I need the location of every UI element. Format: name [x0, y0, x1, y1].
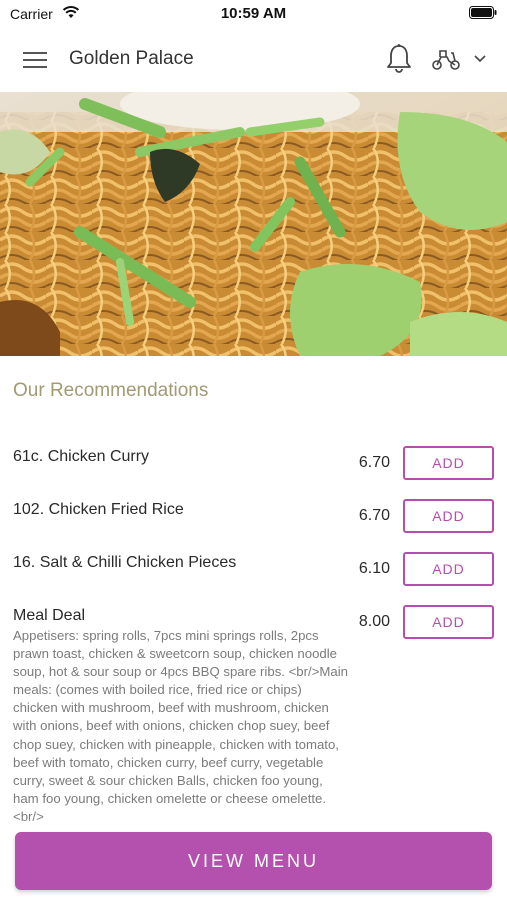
item-price: 6.10 [358, 560, 390, 577]
menu-item-row: 61c. Chicken Curry 6.70 ADD [0, 446, 507, 486]
view-menu-button[interactable]: VIEW MENU [15, 832, 492, 890]
item-price: 6.70 [358, 454, 390, 471]
status-bar: Carrier 10:59 AM [0, 0, 507, 28]
item-price: 6.70 [358, 507, 390, 524]
menu-icon[interactable] [22, 48, 48, 72]
item-description: Appetisers: spring rolls, 7pcs mini spri… [13, 628, 348, 823]
add-button[interactable]: ADD [403, 446, 494, 480]
menu-item-row: 16. Salt & Chilli Chicken Pieces 6.10 AD… [0, 552, 507, 592]
bell-icon[interactable] [386, 43, 412, 75]
nav-bar: Golden Palace [0, 28, 507, 92]
item-name: 102. Chicken Fried Rice [13, 501, 184, 518]
status-time: 10:59 AM [220, 5, 287, 22]
add-button[interactable]: ADD [403, 552, 494, 586]
chevron-down-icon[interactable] [473, 54, 487, 64]
item-price: 8.00 [358, 613, 390, 630]
item-name: 16. Salt & Chilli Chicken Pieces [13, 554, 237, 571]
item-name: 61c. Chicken Curry [13, 448, 150, 465]
noodles-photo [0, 92, 507, 356]
add-button[interactable]: ADD [403, 605, 494, 639]
battery-icon [469, 6, 497, 19]
menu-item-row: 102. Chicken Fried Rice 6.70 ADD [0, 499, 507, 539]
restaurant-title: Golden Palace [69, 48, 194, 69]
section-title: Our Recommendations [13, 380, 209, 401]
item-name: Meal Deal [13, 607, 86, 624]
hero-image [0, 92, 507, 356]
scooter-icon[interactable] [431, 47, 461, 71]
add-button[interactable]: ADD [403, 499, 494, 533]
